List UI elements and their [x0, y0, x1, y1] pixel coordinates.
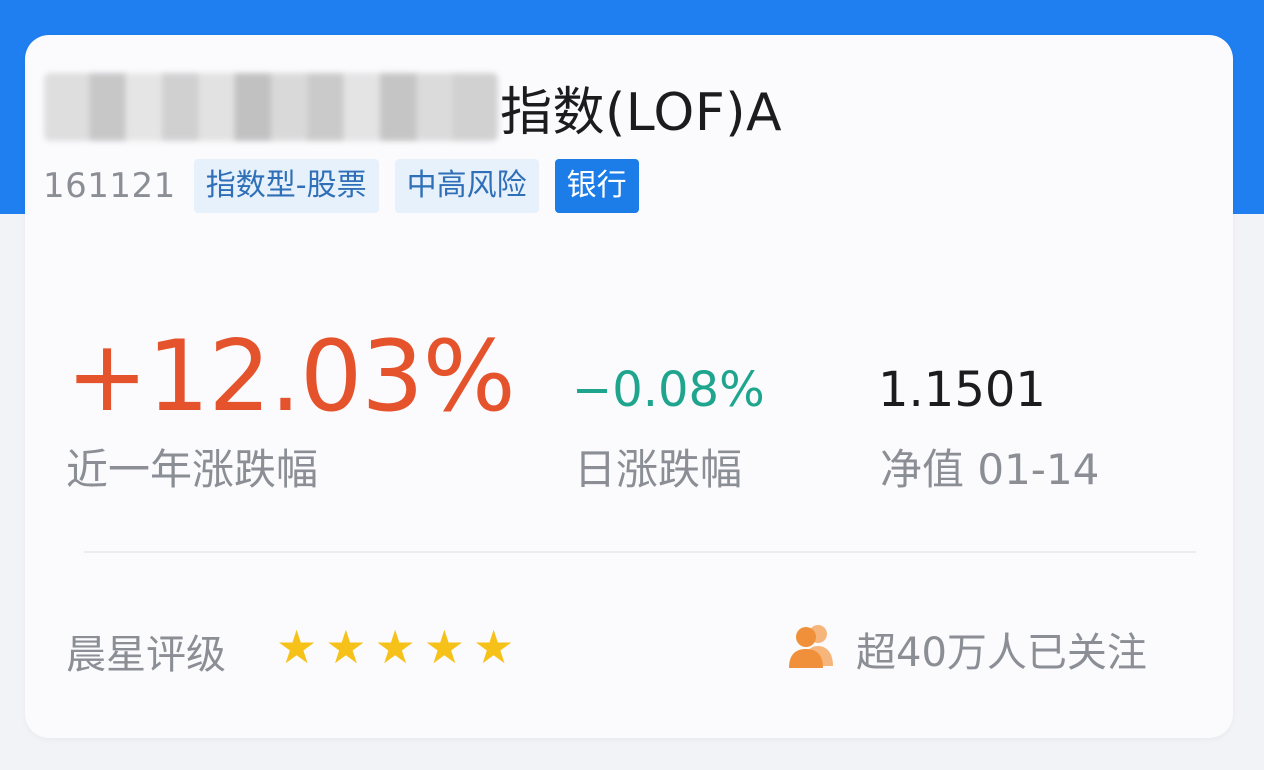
star-icon: ★ — [423, 620, 465, 674]
fund-tags-row: 161121 指数型-股票 中高风险 银行 — [43, 158, 655, 214]
day-change-label: 日涨跌幅 — [574, 445, 743, 494]
rating-label: 晨星评级 — [66, 632, 226, 678]
fund-code: 161121 — [43, 166, 176, 206]
tag-sector[interactable]: 银行 — [554, 159, 639, 213]
fund-title: 指数(LOF)A — [44, 64, 782, 150]
year-change-value: +12.03% — [66, 320, 516, 434]
year-change-label: 近一年涨跌幅 — [66, 445, 319, 494]
blurred-fund-name — [44, 73, 498, 141]
fund-title-text: 指数(LOF)A — [500, 82, 783, 143]
divider — [84, 551, 1196, 553]
people-icon — [789, 625, 833, 668]
follow-count[interactable]: 超40万人已关注 — [856, 620, 1147, 678]
star-icon: ★ — [325, 620, 367, 674]
tag-fund-type[interactable]: 指数型-股票 — [193, 159, 379, 213]
star-icon: ★ — [374, 620, 416, 674]
rating-stars[interactable]: ★ ★ ★ ★ ★ — [276, 622, 522, 672]
nav-label: 净值 01-14 — [880, 445, 1100, 494]
star-icon: ★ — [276, 620, 318, 674]
tag-risk-level[interactable]: 中高风险 — [394, 159, 539, 213]
day-change-value: −0.08% — [572, 362, 765, 418]
star-icon: ★ — [473, 620, 515, 674]
nav-value: 1.1501 — [878, 362, 1046, 418]
